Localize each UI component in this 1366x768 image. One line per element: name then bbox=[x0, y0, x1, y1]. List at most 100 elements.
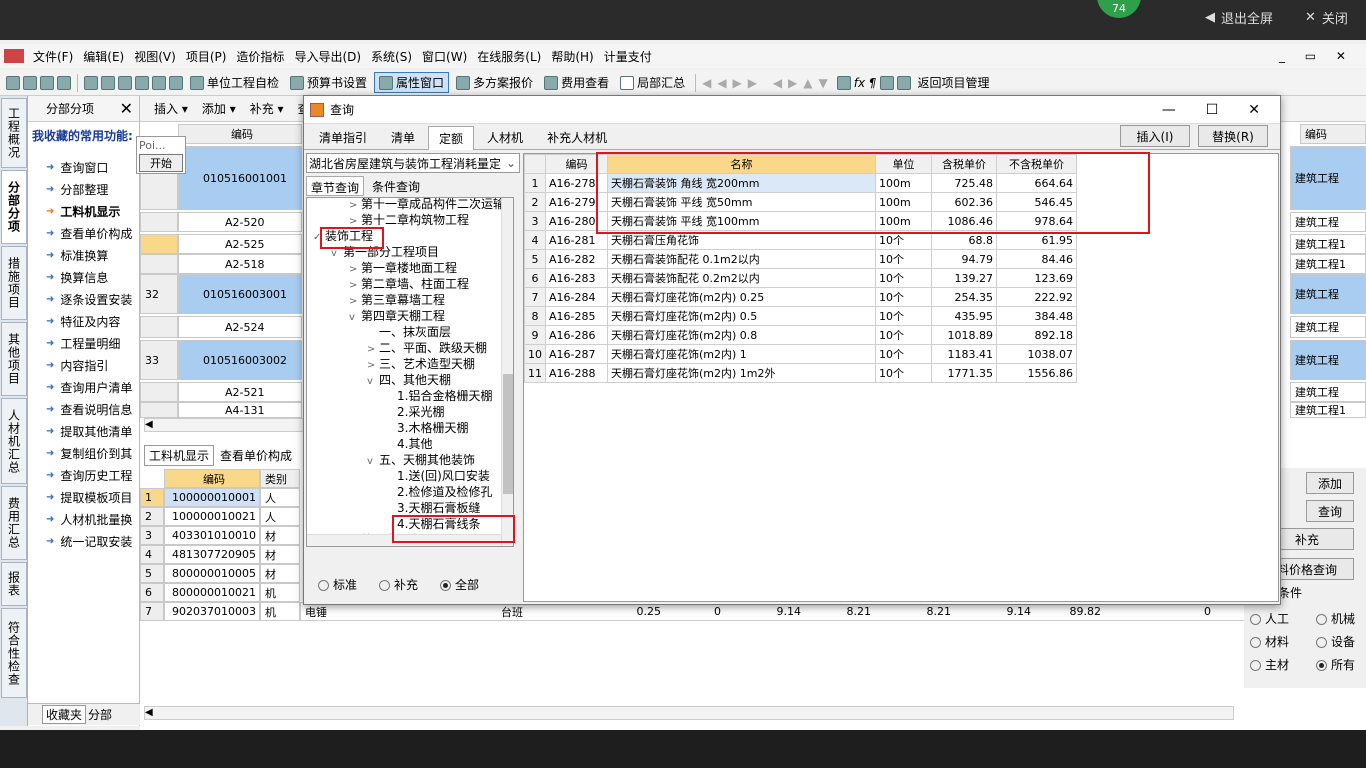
grid-code-cell[interactable]: A2-518 bbox=[178, 254, 302, 274]
multi-quote-button[interactable]: 多方案报价 bbox=[452, 73, 537, 92]
tab-division-items[interactable]: 分部分项 bbox=[1, 170, 27, 244]
budget-settings-button[interactable]: 预算书设置 bbox=[286, 73, 371, 92]
delete-icon[interactable] bbox=[135, 75, 149, 90]
favorite-item[interactable]: ➜ 逐条设置安装 bbox=[28, 288, 139, 310]
menu-help[interactable]: 帮助(H) bbox=[546, 48, 598, 65]
tree-node[interactable]: > 三、艺术造型天棚 bbox=[367, 356, 475, 372]
favorite-item[interactable]: ➜ 查看单价构成 bbox=[28, 222, 139, 244]
tab-quota[interactable]: 定额 bbox=[428, 126, 475, 150]
quota-row[interactable]: 7 A16-284 天棚石膏灯座花饰(m2内) 0.25 10个 254.35 222.9… bbox=[524, 287, 1077, 307]
favorite-item[interactable]: ➜ 查看说明信息 bbox=[28, 398, 139, 420]
tab-favorites[interactable]: 收藏夹 bbox=[42, 705, 87, 724]
favorite-item[interactable]: ➜ 提取模板项目 bbox=[28, 486, 139, 508]
favorite-item[interactable]: ➜ 工料机显示 bbox=[28, 200, 139, 222]
fee-view-button[interactable]: 费用查看 bbox=[540, 73, 613, 92]
menu-edit[interactable]: 编辑(E) bbox=[78, 48, 129, 65]
favorite-item[interactable]: ➜ 统一记取安装 bbox=[28, 530, 139, 552]
menu-system[interactable]: 系统(S) bbox=[366, 48, 417, 65]
calc-icon[interactable] bbox=[836, 75, 851, 90]
tab-bill-guide[interactable]: 清单指引 bbox=[308, 125, 378, 149]
quota-row[interactable]: 11 A16-288 天棚石膏灯座花饰(m2内) 1m2外 10个 1771.35 155… bbox=[524, 363, 1077, 383]
tree-node[interactable]: v 五、天棚其他装饰 bbox=[367, 452, 475, 468]
right-radio[interactable]: 材料 bbox=[1250, 633, 1289, 650]
tree-node[interactable]: > 第二章墙、柱面工程 bbox=[349, 276, 469, 292]
right-radio[interactable]: 设备 bbox=[1316, 633, 1355, 650]
property-window-button[interactable]: 属性窗口 bbox=[374, 72, 450, 93]
lower-type-cell[interactable]: 人 bbox=[260, 488, 300, 507]
right-add-button[interactable]: 添加 bbox=[1306, 472, 1354, 494]
grid-fee-cell[interactable]: 建筑工程1 bbox=[1290, 402, 1366, 418]
tab-other-items[interactable]: 其他项目 bbox=[1, 322, 27, 396]
grid-code-cell[interactable]: A2-524 bbox=[178, 316, 302, 338]
tree-node[interactable]: 一、抹灰面层 bbox=[367, 324, 451, 340]
close-icon[interactable]: ✕ bbox=[1248, 102, 1260, 118]
favorite-item[interactable]: ➜ 工程量明细 bbox=[28, 332, 139, 354]
grid-fee-cell[interactable]: 建筑工程1 bbox=[1290, 254, 1366, 274]
tab-labor-material-summary[interactable]: 人材机汇总 bbox=[1, 398, 27, 484]
tab-measures[interactable]: 措施项目 bbox=[1, 246, 27, 320]
lower-no-cell[interactable]: 2 bbox=[140, 507, 164, 526]
grid-code-cell[interactable]: 010516001001 bbox=[178, 146, 302, 210]
radio-standard[interactable]: 标准 bbox=[318, 576, 357, 593]
lower-no-cell[interactable]: 7 bbox=[140, 602, 164, 621]
lower-no-cell[interactable]: 3 bbox=[140, 526, 164, 545]
lower-scrollbar[interactable]: ◀ bbox=[144, 706, 1234, 720]
tree-node[interactable]: 1.送(回)风口安装 bbox=[385, 468, 490, 484]
quota-row[interactable]: 5 A16-282 天棚石膏装饰配花 0.1m2以内 10个 94.79 84.46 bbox=[524, 249, 1077, 269]
library-select[interactable]: 湖北省房屋建筑与装饰工程消耗量定 ⌄ bbox=[306, 153, 520, 173]
menu-window[interactable]: 窗口(W) bbox=[417, 48, 472, 65]
tab-bill[interactable]: 清单 bbox=[380, 125, 426, 149]
insert-button[interactable]: 插入 ▾ bbox=[154, 100, 188, 117]
grid-code-cell[interactable]: A4-131 bbox=[178, 402, 302, 418]
right-radio[interactable]: 主材 bbox=[1250, 656, 1289, 673]
open-icon[interactable] bbox=[23, 75, 37, 90]
lower-code-cell[interactable]: 100000010001 bbox=[164, 488, 260, 507]
tree-node[interactable]: 3.木格栅天棚 bbox=[385, 420, 468, 436]
lower-code-cell[interactable]: 100000010021 bbox=[164, 507, 260, 526]
tree-node[interactable]: 1.铝合金格栅天棚 bbox=[385, 388, 492, 404]
tab-chapter-query[interactable]: 章节查询 bbox=[306, 176, 365, 196]
grid-code-cell[interactable]: 010516003002 bbox=[178, 340, 302, 380]
nav-arrows-icon[interactable]: ◀◀▶▶ ◀▶▲▼ bbox=[702, 76, 834, 90]
tab-unit-price-composition[interactable]: 查看单价构成 bbox=[220, 447, 292, 464]
tree-vertical-scrollbar[interactable] bbox=[501, 198, 513, 546]
tab-division[interactable]: 分部 bbox=[88, 706, 112, 723]
grid-code-cell[interactable]: A2-520 bbox=[178, 212, 302, 232]
grid-fee-cell[interactable]: 建筑工程 bbox=[1290, 340, 1366, 380]
tree-node[interactable]: > 第三章幕墙工程 bbox=[349, 292, 445, 308]
quota-row[interactable]: 9 A16-286 天棚石膏灯座花饰(m2内) 0.8 10个 1018.89 892.1… bbox=[524, 325, 1077, 345]
tab-compliance-check[interactable]: 符合性检查 bbox=[1, 608, 27, 698]
partial-summary-button[interactable]: 局部汇总 bbox=[616, 73, 689, 92]
tree-node[interactable]: 2.采光棚 bbox=[385, 404, 444, 420]
new-icon[interactable] bbox=[6, 75, 20, 90]
lower-no-cell[interactable]: 6 bbox=[140, 583, 164, 602]
lower-no-cell[interactable]: 5 bbox=[140, 564, 164, 583]
undo-icon[interactable] bbox=[152, 75, 166, 90]
lower-code-cell[interactable]: 800000010021 bbox=[164, 583, 260, 602]
tree-node[interactable]: 3.天棚石膏板缝 bbox=[385, 500, 480, 516]
favorite-item[interactable]: ➜ 查询用户清单 bbox=[28, 376, 139, 398]
folder-icon[interactable] bbox=[57, 75, 71, 90]
menu-file[interactable]: 文件(F) bbox=[28, 48, 78, 65]
radio-all[interactable]: 全部 bbox=[440, 576, 479, 593]
window-controls[interactable]: _ ▭ ✕ bbox=[1279, 49, 1354, 63]
tab-supplement-material[interactable]: 补充人材机 bbox=[536, 125, 618, 149]
paste-icon[interactable] bbox=[118, 75, 132, 90]
menu-project[interactable]: 项目(P) bbox=[181, 48, 232, 65]
cut-icon[interactable] bbox=[84, 75, 98, 90]
favorite-item[interactable]: ➜ 分部整理 bbox=[28, 178, 139, 200]
lower-type-cell[interactable]: 机 bbox=[260, 602, 300, 621]
favorite-item[interactable]: ➜ 人材机批量换 bbox=[28, 508, 139, 530]
lower-code-cell[interactable]: 481307720905 bbox=[164, 545, 260, 564]
tree-node[interactable]: > 二、平面、跌级天棚 bbox=[367, 340, 487, 356]
quota-row[interactable]: 10 A16-287 天棚石膏灯座花饰(m2内) 1 10个 1183.41 1038.0… bbox=[524, 344, 1077, 364]
quota-row[interactable]: 6 A16-283 天棚石膏装饰配花 0.2m2以内 10个 139.27 123.69 bbox=[524, 268, 1077, 288]
right-query-button[interactable]: 查询 bbox=[1306, 500, 1354, 522]
menu-import-export[interactable]: 导入导出(D) bbox=[289, 48, 366, 65]
replace-button[interactable]: 替换(R) bbox=[1198, 125, 1268, 147]
lower-code-cell[interactable]: 403301010010 bbox=[164, 526, 260, 545]
lower-no-cell[interactable]: 1 bbox=[140, 488, 164, 507]
insert-button[interactable]: 插入(I) bbox=[1120, 125, 1190, 147]
right-radio[interactable]: 机械 bbox=[1316, 610, 1355, 627]
menu-cost-index[interactable]: 造价指标 bbox=[231, 48, 289, 65]
